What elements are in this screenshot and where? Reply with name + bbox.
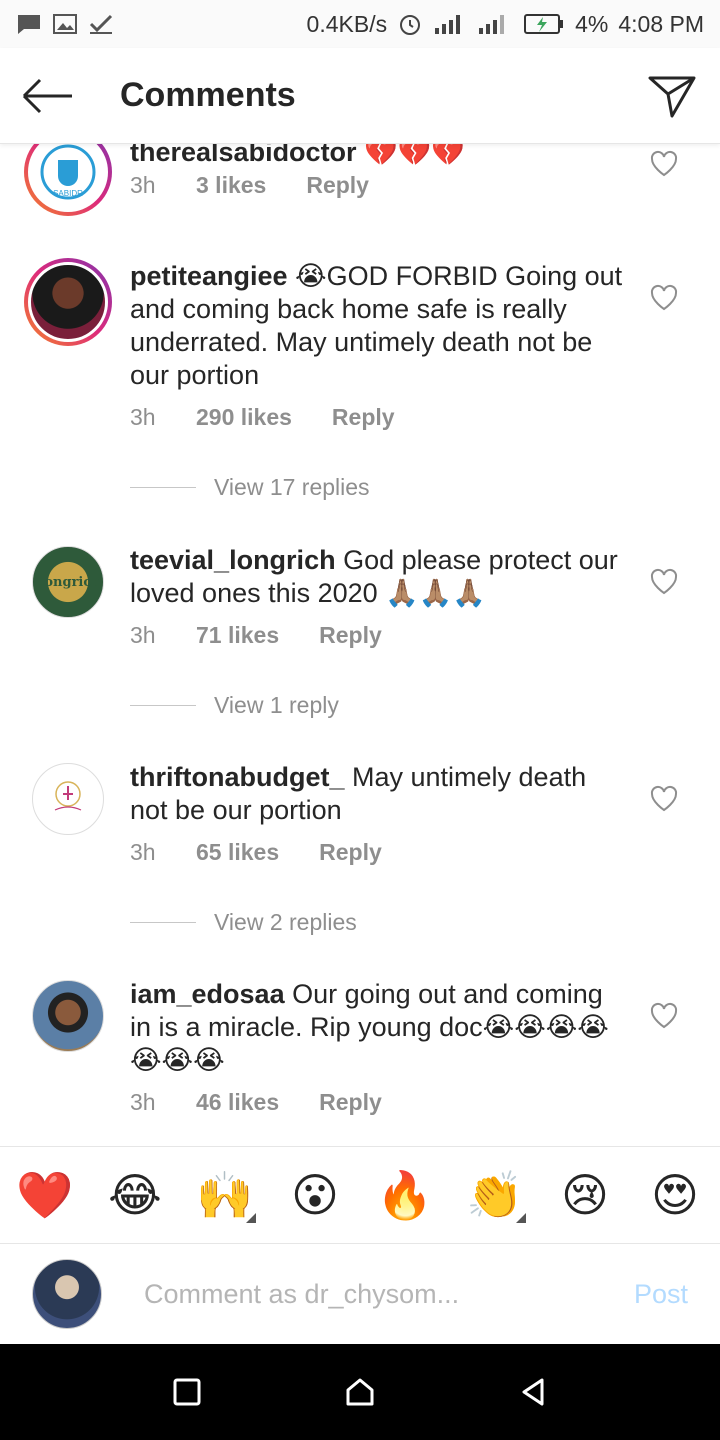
svg-text:SABIDR: SABIDR xyxy=(53,189,83,198)
comment-text: therealsabidoctor 💔💔💔 xyxy=(130,144,630,169)
clapping-emoji-button[interactable]: 👏 xyxy=(460,1168,530,1223)
view-replies-label: View 1 reply xyxy=(214,692,339,718)
heart-icon[interactable] xyxy=(650,284,678,312)
back-button[interactable] xyxy=(18,66,78,126)
reply-button[interactable]: Reply xyxy=(332,404,395,431)
comment-input[interactable] xyxy=(144,1278,584,1310)
comment-username[interactable]: thriftonabudget_ xyxy=(130,762,344,792)
longrich-logo-text: Longrich xyxy=(35,574,101,590)
recents-button[interactable] xyxy=(167,1372,207,1412)
reply-button[interactable]: Reply xyxy=(319,1089,382,1116)
reply-button[interactable]: Reply xyxy=(319,622,382,649)
comment-username[interactable]: iam_edosaa xyxy=(130,979,285,1009)
comment-likes[interactable]: 71 likes xyxy=(196,622,279,649)
comment-meta: 3h 46 likes Reply xyxy=(130,1089,382,1116)
comment-likes[interactable]: 65 likes xyxy=(196,839,279,866)
header: Comments xyxy=(0,48,720,144)
system-nav-bar xyxy=(0,1344,720,1440)
comment-time: 3h xyxy=(130,172,156,198)
arrow-left-icon xyxy=(22,78,72,113)
avatar[interactable]: Longrich xyxy=(32,546,104,618)
signal-2-icon xyxy=(479,15,505,34)
view-replies-button[interactable]: View 17 replies xyxy=(130,474,370,501)
square-icon xyxy=(173,1378,201,1406)
comment-username[interactable]: therealsabidoctor xyxy=(130,144,357,167)
home-icon xyxy=(346,1378,374,1406)
comment-input-bar: Post xyxy=(0,1244,720,1344)
divider-line xyxy=(130,705,196,706)
comment-likes[interactable]: 3 likes xyxy=(196,172,266,199)
check-notification-icon xyxy=(89,14,113,34)
comment-likes[interactable]: 46 likes xyxy=(196,1089,279,1116)
comment-meta: 3h 290 likes Reply xyxy=(130,404,395,431)
battery-charging-icon xyxy=(524,14,564,34)
comment-time: 3h xyxy=(130,839,156,865)
comment-text: thriftonabudget_ May untimely death not … xyxy=(130,761,630,827)
share-button[interactable] xyxy=(642,66,702,126)
post-button[interactable]: Post xyxy=(634,1279,688,1310)
raised-hands-emoji-button[interactable]: 🙌 xyxy=(190,1168,260,1223)
reply-button[interactable]: Reply xyxy=(319,839,382,866)
comment-time: 3h xyxy=(130,1089,156,1115)
view-replies-button[interactable]: View 2 replies xyxy=(130,909,357,936)
heart-icon[interactable] xyxy=(650,1002,678,1030)
page-title: Comments xyxy=(120,76,296,114)
network-speed: 0.4KB/s xyxy=(306,10,388,37)
paper-plane-icon xyxy=(648,76,696,117)
avatar[interactable]: SABIDR xyxy=(24,144,112,216)
back-nav-button[interactable] xyxy=(513,1372,553,1412)
image-notification-icon xyxy=(53,14,77,34)
emoji-reaction-bar: ❤️ 😂 🙌 😮 🔥 👏 😢 😍 xyxy=(0,1146,720,1244)
divider-line xyxy=(130,922,196,923)
signal-icon xyxy=(435,15,461,34)
comment-meta: 3h 3 likes Reply xyxy=(130,172,369,199)
alarm-icon xyxy=(400,15,421,35)
comment-meta: 3h 71 likes Reply xyxy=(130,622,382,649)
heart-emoji-button[interactable]: ❤️ xyxy=(10,1168,80,1223)
brand-logo-icon xyxy=(54,781,82,811)
comment-time: 3h xyxy=(130,404,156,430)
view-replies-button[interactable]: View 1 reply xyxy=(130,692,339,719)
view-replies-label: View 2 replies xyxy=(214,909,357,935)
heart-icon[interactable] xyxy=(650,568,678,596)
divider-line xyxy=(130,487,196,488)
laughing-emoji-button[interactable]: 😂 xyxy=(100,1168,170,1222)
user-avatar xyxy=(32,1259,102,1329)
view-replies-label: View 17 replies xyxy=(214,474,370,500)
heart-eyes-emoji-button[interactable]: 😍 xyxy=(640,1168,710,1222)
comment-username[interactable]: petiteangiee xyxy=(130,261,288,291)
clock: 4:08 PM xyxy=(618,10,704,37)
comments-list[interactable]: SABIDR therealsabidoctor 💔💔💔 3h 3 likes … xyxy=(0,144,720,1146)
comment-text: teevial_longrich God please protect our … xyxy=(130,544,630,610)
comment-text: iam_edosaa Our going out and coming in i… xyxy=(130,978,630,1077)
heart-icon[interactable] xyxy=(650,150,678,178)
comment-meta: 3h 65 likes Reply xyxy=(130,839,382,866)
status-bar: 0.4KB/s 4% 4:08 PM xyxy=(0,0,720,48)
triangle-back-icon xyxy=(522,1378,544,1406)
avatar[interactable] xyxy=(32,980,104,1052)
comment-time: 3h xyxy=(130,622,156,648)
battery-level: 4% xyxy=(575,10,609,37)
comment-likes[interactable]: 290 likes xyxy=(196,404,292,431)
skin-tone-indicator xyxy=(246,1212,256,1223)
reply-button[interactable]: Reply xyxy=(306,172,369,199)
avatar[interactable] xyxy=(32,763,104,835)
fire-emoji-button[interactable]: 🔥 xyxy=(370,1168,440,1223)
crying-emoji-button[interactable]: 😢 xyxy=(550,1168,620,1222)
heart-icon[interactable] xyxy=(650,785,678,813)
comment-username[interactable]: teevial_longrich xyxy=(130,545,336,575)
surprised-emoji-button[interactable]: 😮 xyxy=(280,1168,350,1222)
comment-text: petiteangiee 😭GOD FORBID Going out and c… xyxy=(130,260,630,392)
skin-tone-indicator xyxy=(516,1212,526,1223)
message-notification-icon xyxy=(18,15,40,34)
sabidr-logo: SABIDR xyxy=(40,144,96,200)
avatar[interactable] xyxy=(24,258,112,346)
comment-body: 💔💔💔 xyxy=(356,144,465,167)
home-button[interactable] xyxy=(340,1372,380,1412)
